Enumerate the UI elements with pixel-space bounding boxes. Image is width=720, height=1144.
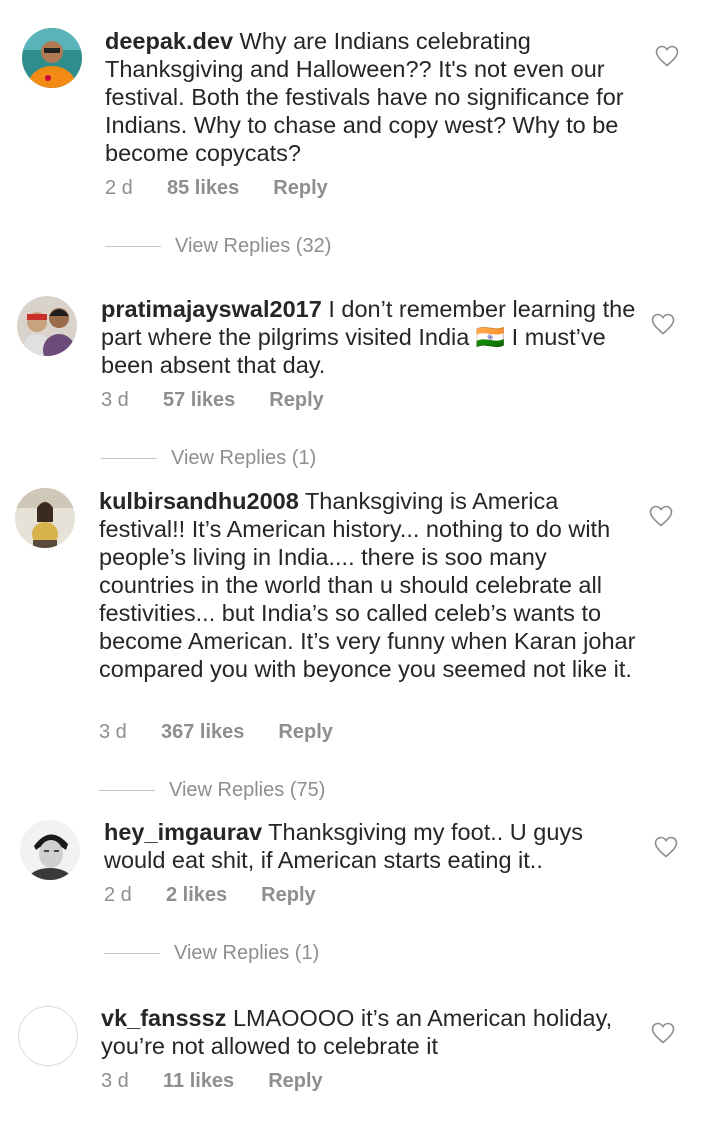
divider-line: [99, 790, 155, 792]
reply-button[interactable]: Reply: [278, 721, 332, 744]
heart-outline-icon[interactable]: [651, 1022, 675, 1044]
likes-count[interactable]: 85 likes: [167, 177, 239, 200]
divider-line: [101, 458, 157, 460]
comment-text: deepak.dev Why are Indians celebrating T…: [105, 27, 645, 167]
comment-meta: 3 d 11 likes Reply: [101, 1070, 323, 1093]
comment-body: Thanksgiving is America festival!! It’s …: [99, 488, 636, 682]
reply-button[interactable]: Reply: [269, 389, 323, 412]
comment-age: 3 d: [101, 389, 129, 411]
divider-line: [104, 953, 160, 955]
comment-meta: 3 d 367 likes Reply: [99, 721, 333, 744]
likes-count[interactable]: 2 likes: [166, 884, 227, 907]
view-replies-button[interactable]: View Replies (75): [99, 779, 325, 802]
avatar[interactable]: [15, 488, 75, 548]
reply-button[interactable]: Reply: [261, 884, 315, 907]
comment-age: 2 d: [104, 884, 132, 906]
comment-username[interactable]: vk_fansssz: [101, 1005, 226, 1031]
heart-outline-icon[interactable]: [654, 836, 678, 858]
reply-button[interactable]: Reply: [268, 1070, 322, 1093]
heart-outline-icon[interactable]: [655, 45, 679, 67]
comment-meta: 2 d 85 likes Reply: [105, 177, 328, 200]
likes-count[interactable]: 367 likes: [161, 721, 244, 744]
likes-count[interactable]: 57 likes: [163, 389, 235, 412]
comment-username[interactable]: hey_imgaurav: [104, 819, 262, 845]
comment-age: 3 d: [101, 1070, 129, 1092]
heart-outline-icon[interactable]: [651, 313, 675, 335]
comment-text: vk_fansssz LMAOOOO it’s an American holi…: [101, 1004, 641, 1060]
comment-username[interactable]: pratimajayswal2017: [101, 296, 322, 322]
comment-username[interactable]: deepak.dev: [105, 28, 233, 54]
heart-outline-icon[interactable]: [649, 505, 673, 527]
divider-line: [105, 246, 161, 248]
comment-age: 3 d: [99, 721, 127, 743]
comment-text: kulbirsandhu2008 Thanksgiving is America…: [99, 487, 639, 683]
avatar[interactable]: [18, 1006, 78, 1066]
view-replies-button[interactable]: View Replies (1): [101, 447, 316, 470]
view-replies-label: View Replies (32): [175, 235, 332, 257]
comment-text: hey_imgaurav Thanksgiving my foot.. U gu…: [104, 818, 644, 874]
comment-username[interactable]: kulbirsandhu2008: [99, 488, 299, 514]
comment-meta: 2 d 2 likes Reply: [104, 884, 316, 907]
avatar[interactable]: [20, 820, 80, 880]
likes-count[interactable]: 11 likes: [163, 1070, 234, 1093]
view-replies-button[interactable]: View Replies (32): [105, 235, 331, 258]
avatar[interactable]: [17, 296, 77, 356]
view-replies-label: View Replies (1): [174, 942, 320, 964]
comment-meta: 3 d 57 likes Reply: [101, 389, 324, 412]
comment-text: pratimajayswal2017 I don’t remember lear…: [101, 295, 641, 379]
view-replies-label: View Replies (1): [171, 447, 317, 469]
view-replies-button[interactable]: View Replies (1): [104, 942, 319, 965]
avatar[interactable]: [22, 28, 82, 88]
comment-age: 2 d: [105, 177, 133, 199]
view-replies-label: View Replies (75): [169, 779, 326, 801]
reply-button[interactable]: Reply: [273, 177, 327, 200]
